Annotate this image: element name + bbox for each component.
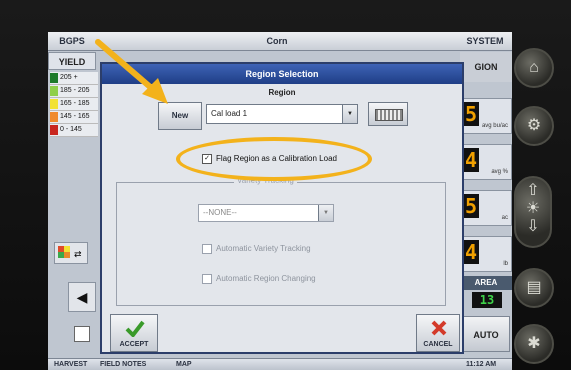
map-grid-icon[interactable]: ⇄ [54,242,88,264]
chevron-down-icon[interactable]: ▼ [318,205,333,221]
notes-icon[interactable]: ▤ [514,268,554,308]
annotation-arrow-icon [95,39,168,104]
legend-label: 165 - 185 [60,100,90,107]
legend-swatch [50,73,58,83]
keyboard-button[interactable] [368,102,408,126]
clock: 11:12 AM [466,361,497,368]
legend-label: 0 - 145 [60,126,82,133]
legend-swatch [50,86,58,96]
left-checkbox[interactable] [74,326,90,342]
region-dropdown[interactable]: Cal load 1 ▼ [206,104,358,124]
readout-box: 5 ac [460,190,512,226]
auto-button[interactable]: AUTO [462,316,510,352]
legend-row: 0 - 145 [50,124,98,137]
auto-region-label: Automatic Region Changing [216,274,316,284]
legend-swatch [50,125,58,135]
home-icon[interactable]: ⌂ [514,48,554,88]
readout-box: 4 avg % [460,144,512,180]
cancel-label: CANCEL [423,341,453,348]
area-value: 13 [472,292,502,308]
region-tab[interactable]: GION [460,52,512,82]
keyboard-icon [375,109,403,121]
readout-unit: avg % [491,169,508,175]
runner-icon[interactable]: ✱ [514,324,554,364]
area-label: AREA [460,276,512,290]
auto-variety-checkbox[interactable] [202,244,212,254]
bottom-bar: HARVEST FIELD NOTES MAP 11:12 AM [48,358,512,370]
readout-value: 5 [463,194,479,218]
yield-tab[interactable]: YIELD [48,52,96,70]
tab-map[interactable]: MAP [176,359,192,370]
tab-field-notes[interactable]: FIELD NOTES [100,359,146,370]
auto-region-row[interactable]: Automatic Region Changing [202,274,316,284]
legend-swatch [50,112,58,122]
variety-dropdown[interactable]: --NONE-- ▼ [198,204,334,222]
auto-variety-row[interactable]: Automatic Variety Tracking [202,244,311,254]
readout-box: 5 avg bu/ac [460,98,512,134]
legend-label: 205 + [60,74,78,81]
bgps-tab[interactable]: BGPS [48,32,96,50]
tab-harvest[interactable]: HARVEST [54,359,87,370]
auto-region-checkbox[interactable] [202,274,212,284]
chevron-down-icon[interactable]: ▼ [342,105,357,123]
readout-box: 4 lb [460,236,512,272]
readout-value: 4 [463,148,479,172]
cancel-button[interactable]: CANCEL [416,314,460,352]
accept-button[interactable]: ACCEPT [110,314,158,352]
variety-dropdown-value: --NONE-- [203,208,237,217]
readout-unit: avg bu/ac [481,123,508,129]
scroll-left-button[interactable]: ◀ [68,282,96,312]
readout-value: 4 [463,240,479,264]
auto-variety-label: Automatic Variety Tracking [216,244,311,254]
readout-value: 5 [463,102,479,126]
accept-label: ACCEPT [119,341,149,348]
legend-label: 145 - 165 [60,113,90,120]
region-dropdown-value: Cal load 1 [211,109,248,118]
checkmark-icon [125,320,145,337]
highlight-ellipse [176,137,372,181]
readout-unit: ac [501,215,508,221]
svg-text:⇄: ⇄ [74,250,82,260]
legend-label: 185 - 205 [60,87,90,94]
readout-unit: lb [503,261,508,267]
brightness-icon[interactable]: ⇧ ☀ ⇩ [514,176,552,248]
system-tab[interactable]: SYSTEM [458,32,512,50]
settings-icon[interactable]: ⚙ [514,106,554,146]
legend-swatch [50,99,58,109]
close-icon [431,320,447,336]
